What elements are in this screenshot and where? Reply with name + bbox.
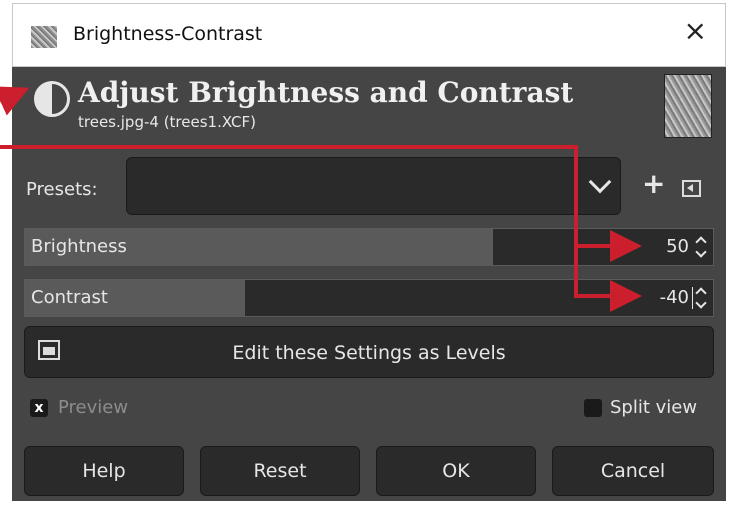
brightness-contrast-dialog: Brightness-Contrast × Adjust Brightness … — [12, 3, 726, 501]
brightness-value[interactable]: 50 — [666, 236, 689, 257]
text-cursor — [692, 287, 693, 309]
ok-button[interactable]: OK — [376, 446, 536, 496]
preview-label[interactable]: Preview — [58, 397, 128, 418]
dialog-body: Adjust Brightness and Contrast trees.jpg… — [12, 67, 726, 501]
header-title: Adjust Brightness and Contrast — [78, 76, 574, 109]
contrast-value[interactable]: -40 — [660, 287, 689, 308]
brightness-contrast-icon — [34, 81, 70, 117]
panel-icon[interactable] — [682, 180, 701, 197]
reset-button[interactable]: Reset — [200, 446, 360, 496]
window-title: Brightness-Contrast — [73, 23, 263, 45]
spin-arrows-icon[interactable] — [695, 286, 707, 310]
title-bar: Brightness-Contrast × — [12, 3, 726, 67]
close-icon[interactable]: × — [684, 17, 707, 45]
brightness-slider[interactable]: Brightness 50 — [24, 228, 714, 266]
edit-as-levels-button[interactable]: Edit these Settings as Levels — [24, 326, 714, 378]
preview-checkbox[interactable]: x — [30, 399, 48, 417]
app-icon — [31, 26, 57, 48]
image-thumbnail — [664, 74, 712, 138]
split-view-checkbox[interactable] — [584, 399, 602, 417]
header-subtitle: trees.jpg-4 (trees1.XCF) — [78, 113, 256, 131]
plus-icon[interactable]: + — [642, 167, 665, 200]
help-button[interactable]: Help — [24, 446, 184, 496]
spin-arrows-icon[interactable] — [695, 235, 707, 259]
presets-dropdown[interactable] — [126, 157, 621, 215]
brightness-label: Brightness — [31, 236, 127, 257]
presets-label: Presets: — [26, 179, 98, 200]
contrast-label: Contrast — [31, 287, 108, 308]
cancel-button[interactable]: Cancel — [552, 446, 714, 496]
chevron-down-icon — [588, 170, 612, 194]
split-view-label[interactable]: Split view — [610, 397, 697, 418]
contrast-slider[interactable]: Contrast -40 — [24, 279, 714, 317]
edit-as-levels-label: Edit these Settings as Levels — [232, 342, 506, 364]
